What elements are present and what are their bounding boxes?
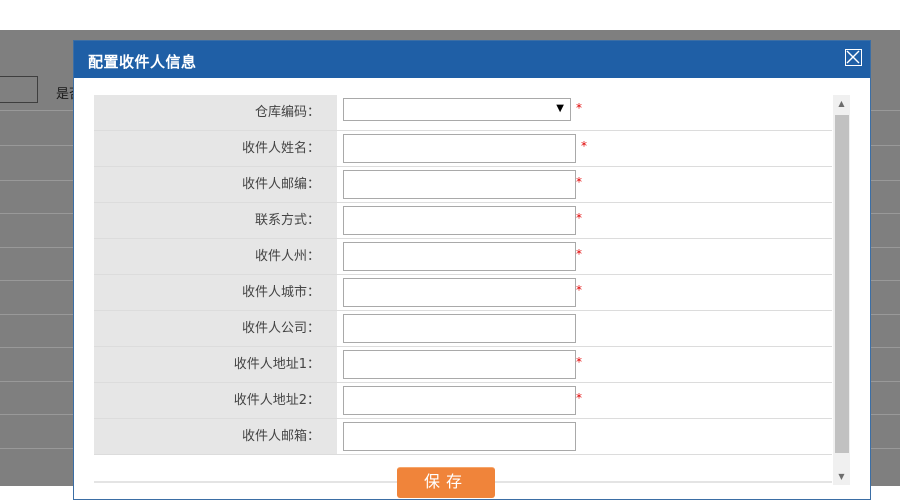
recipient-state-input[interactable] — [343, 242, 576, 271]
recipient-name-input[interactable] — [343, 134, 576, 163]
field-label: 收件人姓名： — [94, 131, 337, 166]
field-label: 收件人州： — [94, 239, 337, 274]
form-scrollbar[interactable]: ▲ ▼ — [833, 95, 850, 485]
field-label: 收件人公司： — [94, 311, 337, 346]
scroll-thumb[interactable] — [835, 115, 849, 453]
warehouse-code-select[interactable]: ▼ — [343, 98, 571, 121]
form-row-recipient-company: 收件人公司： — [94, 311, 832, 347]
form-row-recipient-address2: 收件人地址2： * — [94, 383, 832, 419]
recipient-company-input[interactable] — [343, 314, 576, 343]
required-marker: * — [576, 211, 582, 225]
field-label: 收件人邮箱： — [94, 419, 337, 454]
dialog-header: 配置收件人信息 — [74, 41, 870, 78]
page-top-bar — [0, 0, 900, 30]
recipient-address1-input[interactable] — [343, 350, 576, 379]
recipient-form: 仓库编码： ▼ * 收件人姓名： * 收件人邮编： * 联系方式： * 收件人州… — [94, 95, 832, 455]
dialog-title: 配置收件人信息 — [88, 53, 197, 71]
form-row-recipient-city: 收件人城市： * — [94, 275, 832, 311]
field-label: 仓库编码： — [94, 95, 337, 130]
background-input — [0, 76, 38, 103]
scroll-down-icon[interactable]: ▼ — [833, 468, 850, 485]
required-marker: * — [576, 391, 582, 405]
form-row-recipient-address1: 收件人地址1： * — [94, 347, 832, 383]
required-marker: * — [576, 101, 582, 115]
save-button[interactable]: 保存 — [397, 467, 495, 498]
close-x-glyph — [846, 50, 860, 64]
scroll-up-icon[interactable]: ▲ — [833, 95, 850, 112]
contact-input[interactable] — [343, 206, 576, 235]
recipient-zip-input[interactable] — [343, 170, 576, 199]
recipient-email-input[interactable] — [343, 422, 576, 451]
required-marker: * — [576, 283, 582, 297]
form-row-recipient-state: 收件人州： * — [94, 239, 832, 275]
required-marker: * — [576, 175, 582, 189]
form-row-recipient-zip: 收件人邮编： * — [94, 167, 832, 203]
required-marker: * — [581, 139, 587, 153]
form-row-recipient-email: 收件人邮箱： — [94, 419, 832, 455]
form-row-recipient-name: 收件人姓名： * — [94, 131, 832, 167]
field-label: 收件人地址1： — [94, 347, 337, 382]
required-marker: * — [576, 355, 582, 369]
field-label: 收件人地址2： — [94, 383, 337, 418]
field-label: 联系方式： — [94, 203, 337, 238]
recipient-city-input[interactable] — [343, 278, 576, 307]
chevron-down-icon: ▼ — [556, 103, 564, 114]
field-label: 收件人邮编： — [94, 167, 337, 202]
close-icon[interactable] — [845, 49, 862, 66]
required-marker: * — [576, 247, 582, 261]
field-label: 收件人城市： — [94, 275, 337, 310]
form-row-contact: 联系方式： * — [94, 203, 832, 239]
recipient-address2-input[interactable] — [343, 386, 576, 415]
recipient-config-dialog: 配置收件人信息 仓库编码： ▼ * 收件人姓名： * 收件人邮编： * 联系方式… — [73, 40, 871, 500]
form-row-warehouse-code: 仓库编码： ▼ * — [94, 95, 832, 131]
